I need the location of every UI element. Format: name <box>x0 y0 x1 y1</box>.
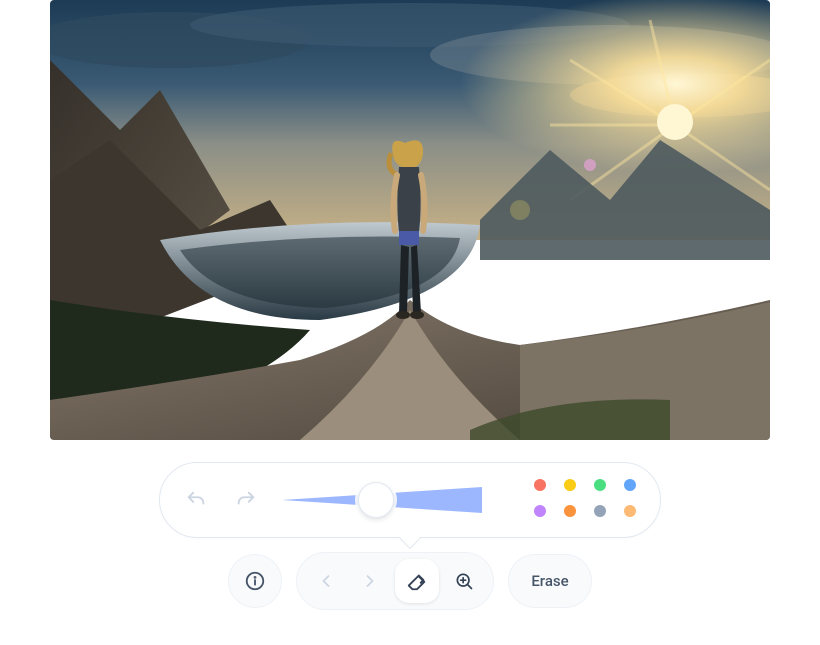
zoom-in-icon <box>454 571 474 591</box>
color-swatch-grid <box>534 479 640 521</box>
eraser-tool-button[interactable] <box>395 559 439 603</box>
color-swatch[interactable] <box>594 505 606 517</box>
erase-button-label: Erase <box>531 572 568 590</box>
editor-toolbar: Erase <box>228 552 591 610</box>
color-swatch[interactable] <box>624 505 636 517</box>
info-icon <box>244 570 266 592</box>
color-swatch[interactable] <box>594 479 606 491</box>
tool-cluster <box>296 552 494 610</box>
next-button[interactable] <box>351 562 389 600</box>
image-canvas[interactable] <box>50 0 770 440</box>
info-button[interactable] <box>228 554 282 608</box>
color-swatch[interactable] <box>534 505 546 517</box>
landscape-illustration <box>50 0 770 440</box>
chevron-left-icon <box>316 571 336 591</box>
color-swatch[interactable] <box>624 479 636 491</box>
chevron-right-icon <box>360 571 380 591</box>
brush-size-thumb[interactable] <box>358 482 394 518</box>
redo-button[interactable] <box>230 484 262 516</box>
brush-settings-panel <box>159 462 661 538</box>
image-canvas-wrap <box>50 0 770 440</box>
redo-icon <box>235 489 257 511</box>
erase-button[interactable]: Erase <box>508 554 591 608</box>
color-swatch[interactable] <box>564 505 576 517</box>
undo-icon <box>185 489 207 511</box>
brush-size-slider[interactable] <box>282 480 482 520</box>
color-swatch[interactable] <box>564 479 576 491</box>
prev-button[interactable] <box>307 562 345 600</box>
zoom-in-button[interactable] <box>445 562 483 600</box>
color-swatch[interactable] <box>534 479 546 491</box>
eraser-icon <box>406 570 428 592</box>
undo-button[interactable] <box>180 484 212 516</box>
